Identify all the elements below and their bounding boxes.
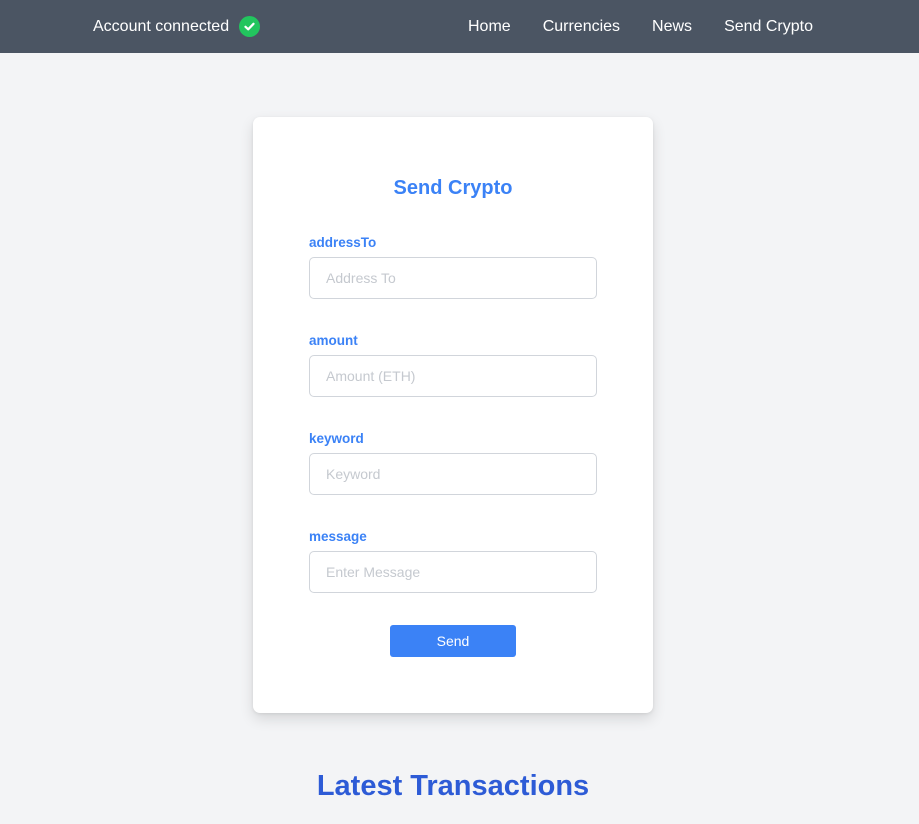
form-title: Send Crypto [393,177,513,199]
account-status-label: Account connected [93,17,230,35]
keyword-input[interactable] [309,453,597,495]
navbar: Account connected Home Currencies News S… [0,0,919,53]
nav-links: Home Currencies News Send Crypto [468,0,813,53]
account-status: Account connected [93,0,261,53]
address-to-label: addressTo [309,235,377,250]
address-to-input[interactable] [309,257,597,299]
nav-link-send-crypto[interactable]: Send Crypto [724,18,813,36]
check-circle-icon [239,16,261,37]
nav-link-news[interactable]: News [652,18,692,36]
amount-input[interactable] [309,355,597,397]
nav-link-currencies[interactable]: Currencies [543,18,620,36]
amount-label: amount [309,333,358,348]
message-label: message [309,529,367,544]
nav-link-home[interactable]: Home [468,18,511,36]
send-crypto-card: Send Crypto addressTo amount keyword mes… [253,117,653,713]
keyword-label: keyword [309,431,364,446]
latest-transactions-title: Latest Transactions [316,770,590,802]
message-input[interactable] [309,551,597,593]
send-button[interactable]: Send [390,625,516,657]
